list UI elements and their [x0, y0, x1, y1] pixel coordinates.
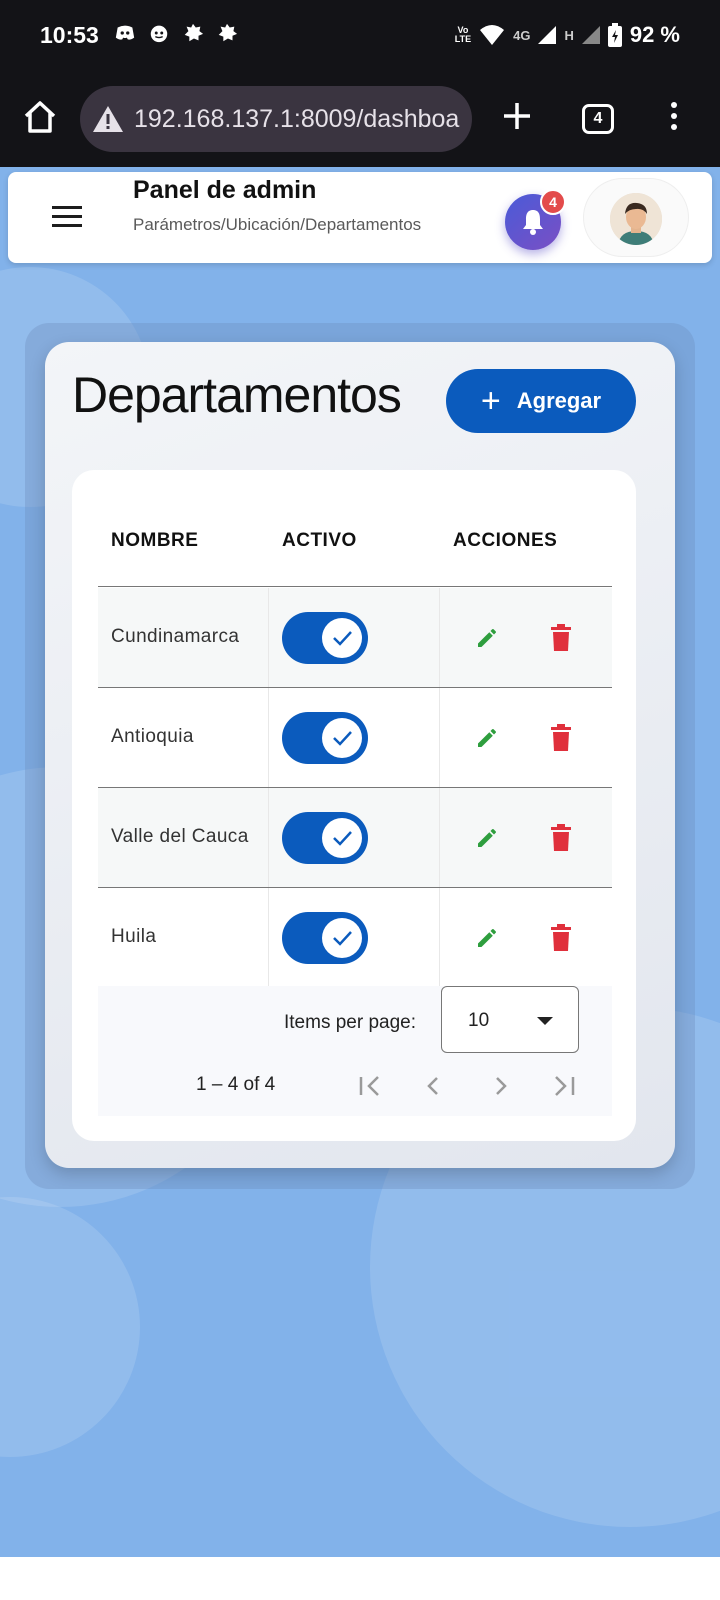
departments-card: Departamentos + Agregar NOMBRE ACTIVO AC… — [45, 342, 675, 1168]
paginator: Items per page: 10 1 – 4 of 4 — [98, 986, 612, 1116]
table-row: Cundinamarca — [98, 588, 612, 688]
bell-icon — [523, 210, 543, 235]
wifi-icon — [480, 25, 505, 45]
badge-icon-1 — [182, 22, 204, 44]
status-time: 10:53 — [40, 22, 99, 48]
plus-icon: + — [480, 382, 501, 420]
pencil-icon[interactable] — [475, 626, 499, 650]
column-header-nombre[interactable]: NOMBRE — [111, 530, 198, 552]
table-row: Antioquia — [98, 688, 612, 788]
check-icon — [333, 931, 352, 946]
department-name: Valle del Cauca — [111, 826, 249, 847]
active-toggle[interactable] — [282, 912, 368, 964]
notification-icons — [114, 22, 238, 44]
menu-icon[interactable] — [52, 206, 82, 230]
profile-button[interactable] — [583, 178, 689, 257]
notification-badge: 4 — [540, 189, 566, 215]
status-right: Vo LTE 4G H 92 % — [455, 22, 680, 48]
app-header: Panel de admin Parámetros/Ubicación/Depa… — [8, 172, 712, 263]
trash-icon[interactable] — [549, 724, 573, 752]
section-heading: Departamentos — [72, 367, 402, 423]
items-per-page-label: Items per page: — [284, 1012, 417, 1033]
check-icon — [333, 731, 352, 746]
pencil-icon[interactable] — [475, 826, 499, 850]
table-row: Huila — [98, 888, 612, 988]
avatar — [610, 193, 662, 245]
department-name: Huila — [111, 926, 157, 947]
battery-icon — [607, 23, 622, 47]
volte-indicator: Vo LTE — [454, 25, 472, 44]
home-icon[interactable] — [22, 99, 58, 135]
first-page-icon[interactable] — [356, 1072, 384, 1100]
previous-page-icon[interactable] — [420, 1072, 448, 1100]
discord-icon — [114, 22, 136, 44]
table-row: Valle del Cauca — [98, 788, 612, 888]
page-title: Panel de admin — [133, 176, 317, 204]
column-header-acciones: ACCIONES — [453, 530, 558, 551]
trash-icon[interactable] — [549, 624, 573, 652]
battery-level: 92 % — [629, 22, 680, 47]
active-toggle[interactable] — [282, 612, 368, 664]
check-icon — [333, 831, 352, 846]
network-type-2: H — [564, 27, 574, 43]
check-icon — [333, 631, 352, 646]
dropdown-caret-icon — [537, 1017, 553, 1025]
plus-icon — [504, 103, 530, 129]
department-name: Cundinamarca — [111, 626, 240, 647]
url-text[interactable]: 192.168.137.1:8009/dashboa — [134, 105, 459, 134]
active-toggle[interactable] — [282, 812, 368, 864]
status-bar: 10:53 Vo LTE 4G H 92 % — [0, 0, 720, 75]
app-viewport: Panel de admin Parámetros/Ubicación/Depa… — [0, 167, 720, 1557]
add-button-label: Agregar — [516, 388, 602, 413]
page-range-label: 1 – 4 of 4 — [196, 1074, 276, 1095]
add-button[interactable]: + Agregar — [446, 369, 636, 433]
breadcrumb: Parámetros/Ubicación/Departamentos — [133, 215, 422, 234]
active-toggle[interactable] — [282, 712, 368, 764]
last-page-icon[interactable] — [550, 1072, 578, 1100]
system-nav-area — [0, 1557, 720, 1600]
items-per-page-select[interactable]: 10 — [441, 986, 579, 1053]
warning-icon[interactable] — [92, 105, 124, 133]
reddit-icon — [148, 22, 170, 44]
signal-icon-2 — [581, 26, 600, 44]
pencil-icon[interactable] — [475, 726, 499, 750]
network-type-1: 4G — [513, 27, 531, 43]
trash-icon[interactable] — [549, 824, 573, 852]
column-header-activo[interactable]: ACTIVO — [282, 530, 357, 552]
browser-toolbar: 192.168.137.1:8009/dashboa 4 — [0, 75, 720, 167]
badge-icon-2 — [216, 22, 238, 44]
tab-switcher-button[interactable]: 4 — [582, 104, 614, 134]
department-name: Antioquia — [111, 726, 194, 747]
items-per-page-value: 10 — [468, 1010, 490, 1031]
departments-table: NOMBRE ACTIVO ACCIONES Cundinamarca Anti… — [72, 470, 636, 1141]
address-bar[interactable]: 192.168.137.1:8009/dashboa — [80, 86, 472, 152]
trash-icon[interactable] — [549, 924, 573, 952]
next-page-icon[interactable] — [486, 1072, 514, 1100]
table-header: NOMBRE ACTIVO ACCIONES — [98, 508, 612, 587]
pencil-icon[interactable] — [475, 926, 499, 950]
signal-icon-1 — [538, 26, 557, 44]
more-menu-icon[interactable] — [669, 102, 679, 136]
new-tab-button[interactable] — [498, 97, 536, 135]
